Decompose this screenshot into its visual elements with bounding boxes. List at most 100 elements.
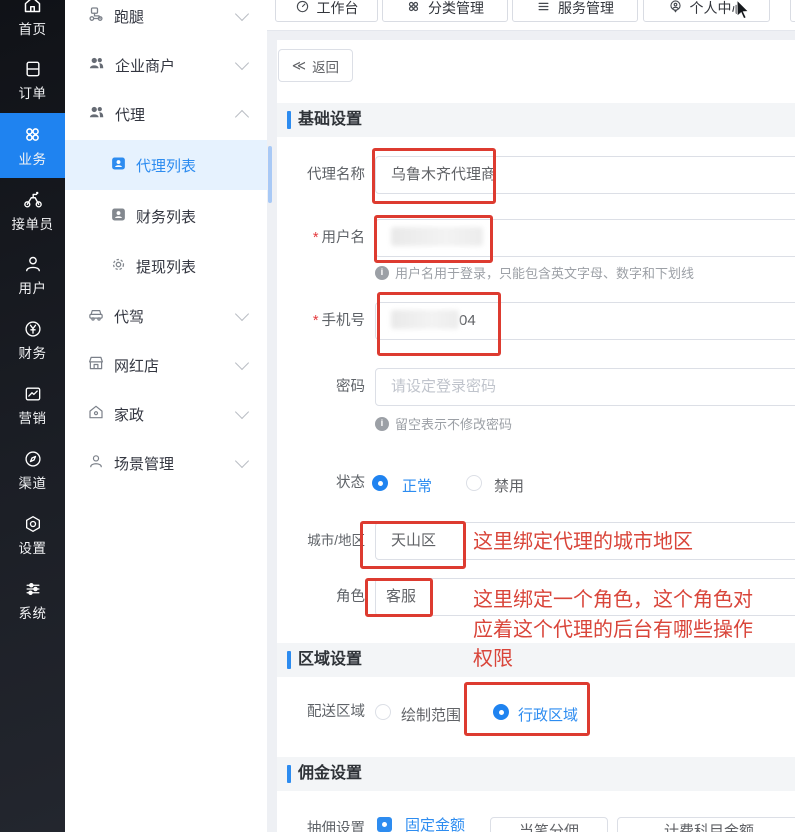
sidebar-item-agents[interactable]: 代理 [65,89,267,139]
section-basic-settings: 基础设置 [277,103,795,137]
sidebar-item-label: 场景管理 [114,453,174,474]
house-icon [87,403,105,425]
tab-label: 工作台 [317,0,359,18]
tab-partial[interactable] [790,0,795,22]
commission-option-billing-subject[interactable]: 计费科目金额 [617,817,795,832]
sidebar-item-label: 网红店 [114,355,159,376]
rail-item-couriers[interactable]: 接单员 [0,178,65,243]
tab-workbench[interactable]: 工作台 [275,0,378,22]
delivery-radio-admin-region[interactable] [493,704,509,720]
sidebar-item-label: 跑腿 [114,6,144,27]
rail-item-finance[interactable]: 财务 [0,308,65,373]
rail-item-users[interactable]: 用户 [0,243,65,308]
rider-icon [22,189,44,210]
status-option-label[interactable]: 正常 [402,475,432,496]
phone-input[interactable]: 04 [375,302,795,340]
delivery-option-label[interactable]: 绘制范围 [401,704,461,725]
sidebar-item-label: 代驾 [114,306,144,327]
rail-item-business[interactable]: 业务 [0,113,65,178]
id-card-icon [110,206,127,227]
rail-item-marketing[interactable]: 营销 [0,373,65,438]
status-label: 状态 [235,467,365,499]
info-icon: i [375,266,389,280]
gear-icon [110,256,127,277]
required-mark: * [313,230,319,246]
password-input[interactable]: 请设定登录密码 [375,368,795,406]
commission-option-label[interactable]: 固定金额 [405,814,465,832]
role-label: 角色 [235,578,365,616]
chevron-down-icon [235,405,249,419]
rail-item-orders[interactable]: 订单 [0,48,65,113]
people-icon [87,103,106,125]
sidebar-item-errand[interactable]: 跑腿 [65,0,267,41]
shop-icon [87,354,105,376]
home-icon [22,0,43,15]
commission-option-per-order[interactable]: 当笔分佣 [490,817,608,832]
section-title: 区域设置 [298,643,362,677]
sidebar-item-enterprise-merchants[interactable]: 企业商户 [65,40,267,90]
back-button[interactable]: ≪ 返回 [278,49,353,82]
delivery-option-label[interactable]: 行政区域 [518,704,578,725]
system-sliders-icon [23,579,43,599]
commission-mode-label: 抽佣设置 [235,813,365,832]
chevron-down-icon [235,7,249,21]
back-button-label: 返回 [312,56,339,76]
primary-rail: 首页 订单 业务 接单员 用户 财务 营销 渠道 [0,0,65,832]
rail-item-label: 财务 [19,342,47,362]
rail-item-label: 渠道 [19,472,47,492]
section-title: 基础设置 [298,103,362,137]
list-icon [536,0,551,17]
rail-item-settings[interactable]: 设置 [0,503,65,568]
delivery-radio-draw-range[interactable] [375,704,391,720]
status-radio-disabled[interactable] [466,475,482,491]
agent-name-value: 乌鲁木齐代理商 [391,166,496,183]
order-icon [23,59,43,79]
info-icon: i [375,417,389,431]
mouse-cursor [736,0,754,24]
finance-yen-icon [23,319,43,339]
city-label: 城市/地区 [235,522,365,560]
status-option-label[interactable]: 禁用 [494,475,524,496]
required-mark: * [313,313,319,329]
commission-selected-icon[interactable] [377,817,392,832]
commission-option-label: 当笔分佣 [519,823,579,832]
person-pin-icon [668,0,683,17]
tab-category-management[interactable]: 分类管理 [382,0,508,22]
rail-item-system[interactable]: 系统 [0,568,65,633]
business-grid-icon [22,124,43,145]
annotation-role-text: 这里绑定一个角色，这个角色对应着这个代理的后台有哪些操作权限 [473,586,771,675]
rail-item-label: 首页 [19,18,47,38]
rail-item-home[interactable]: 首页 [0,0,65,48]
tab-label: 服务管理 [558,0,614,18]
sidebar-item-label: 企业商户 [115,55,175,76]
section-accent-bar [287,651,291,669]
rail-item-label: 营销 [19,407,47,427]
section-accent-bar [287,765,291,783]
rail-item-label: 订单 [19,82,47,102]
status-radio-normal[interactable] [372,475,388,491]
username-hint: i用户名用于登录，只能包含英文字母、数字和下划线 [375,263,694,282]
marketing-chart-icon [23,384,43,404]
sidebar-item-label: 代理 [115,104,145,125]
chevron-up-icon [235,110,249,124]
channel-compass-icon [23,449,43,469]
redacted-value-blob [391,227,483,246]
redacted-value-blob [391,310,459,329]
agent-name-input[interactable]: 乌鲁木齐代理商 [375,156,795,194]
rail-item-label: 设置 [19,537,47,557]
username-input[interactable] [375,219,795,257]
section-accent-bar [287,111,291,129]
user-icon [23,254,43,274]
section-title: 佣金设置 [298,757,362,791]
sidebar-item-label: 家政 [114,404,144,425]
phone-visible-suffix: 04 [459,312,476,329]
id-card-icon [110,155,127,176]
tab-label: 分类管理 [428,0,484,18]
people-icon [87,54,106,76]
password-placeholder: 请设定登录密码 [391,378,496,395]
tab-service-management[interactable]: 服务管理 [512,0,638,22]
section-commission-settings: 佣金设置 [277,757,795,791]
rail-item-channels[interactable]: 渠道 [0,438,65,503]
annotation-city-text: 这里绑定代理的城市地区 [473,528,693,558]
agent-name-label: 代理名称 [235,156,365,194]
